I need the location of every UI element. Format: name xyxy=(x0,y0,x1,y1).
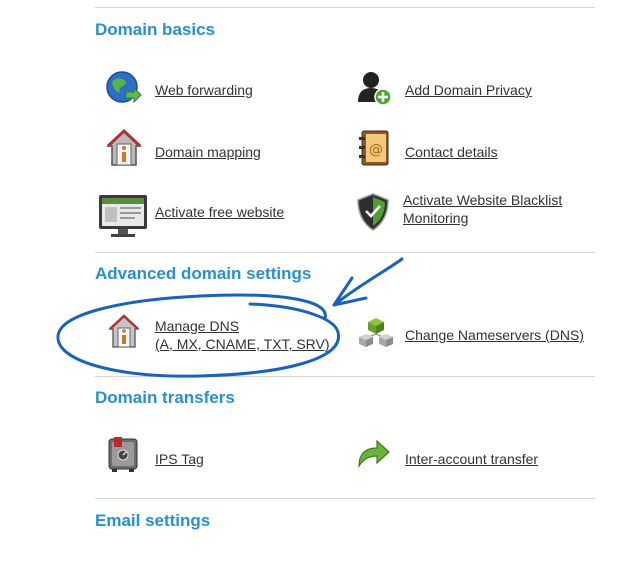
blacklist-monitoring-link-line2[interactable]: Monitoring xyxy=(403,209,468,227)
divider-transfers xyxy=(95,376,595,377)
contact-details-link[interactable]: Contact details xyxy=(405,143,498,161)
blacklist-monitoring-link[interactable]: Activate Website Blacklist xyxy=(403,191,562,209)
user-add-icon xyxy=(355,68,399,108)
section-title-domain-basics: Domain basics xyxy=(95,20,215,39)
monitor-website-icon xyxy=(98,194,147,237)
house-dns-icon xyxy=(108,313,152,353)
shield-icon xyxy=(355,192,399,232)
servers-icon xyxy=(356,316,400,356)
web-forwarding-link[interactable]: Web forwarding xyxy=(155,81,253,99)
ips-tag-link[interactable]: IPS Tag xyxy=(155,450,204,468)
safe-icon xyxy=(106,436,150,476)
address-book-icon: @ xyxy=(356,128,400,168)
house-info-icon xyxy=(106,128,150,168)
divider-advanced xyxy=(95,252,595,253)
svg-text:@: @ xyxy=(369,142,383,158)
activate-free-website-link[interactable]: Activate free website xyxy=(155,203,284,221)
manage-dns-record-types-link[interactable]: (A, MX, CNAME, TXT, SRV) xyxy=(155,335,330,353)
section-title-domain-transfers: Domain transfers xyxy=(95,388,235,407)
change-nameservers-link[interactable]: Change Nameservers (DNS) xyxy=(405,326,584,344)
divider-top xyxy=(95,7,595,8)
add-domain-privacy-link[interactable]: Add Domain Privacy xyxy=(405,81,532,99)
inter-account-transfer-link[interactable]: Inter-account transfer xyxy=(405,450,538,468)
globe-arrow-icon xyxy=(104,68,148,108)
section-title-advanced-domain-settings: Advanced domain settings xyxy=(95,264,312,283)
manage-dns-link[interactable]: Manage DNS xyxy=(155,317,239,335)
section-title-email-settings: Email settings xyxy=(95,511,211,530)
domain-mapping-link[interactable]: Domain mapping xyxy=(155,143,261,161)
divider-email xyxy=(95,498,595,499)
transfer-arrow-icon xyxy=(355,438,399,478)
